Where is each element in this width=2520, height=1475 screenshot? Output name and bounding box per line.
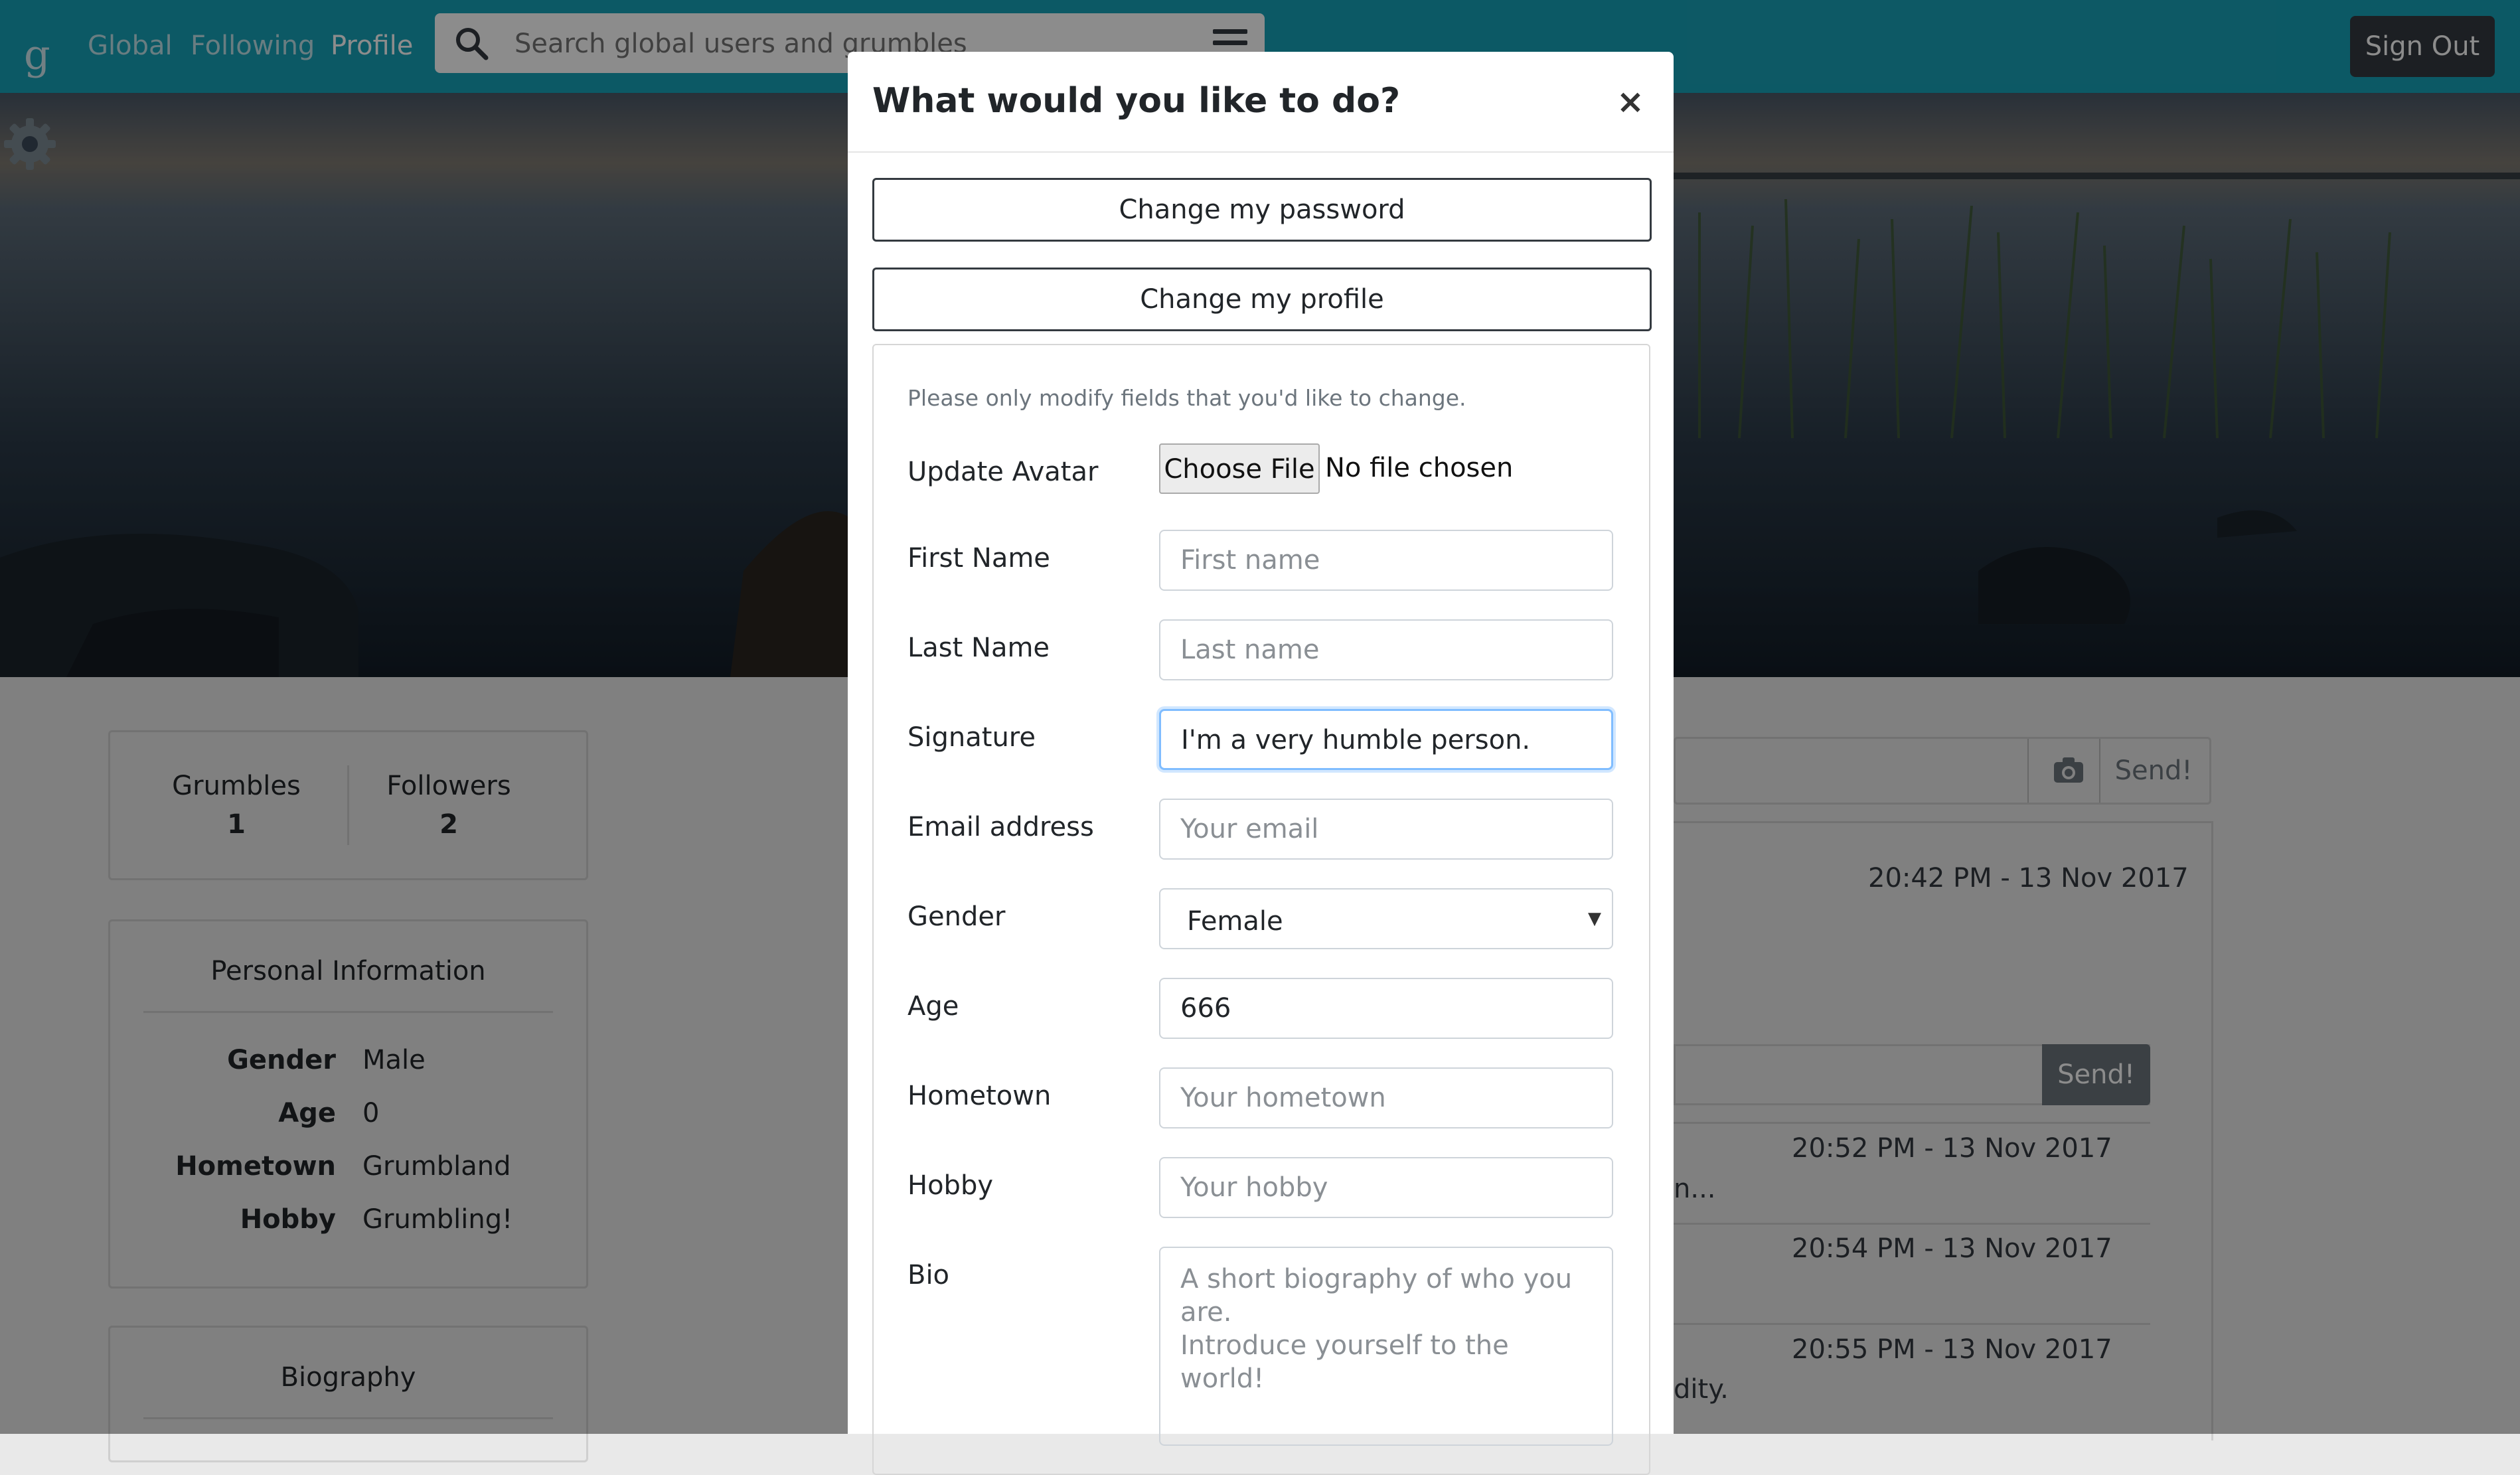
first-name-input[interactable]: First name [1159,530,1613,591]
profile-form: Please only modify fields that you'd lik… [872,344,1650,1475]
last-name-input[interactable]: Last name [1159,619,1613,680]
bio-textarea[interactable]: A short biography of who you are. Introd… [1159,1247,1613,1446]
age-label: Age [907,991,959,1022]
choose-file-button[interactable]: Choose File [1159,443,1320,494]
signature-label: Signature [907,722,1036,753]
file-status: No file chosen [1325,453,1514,483]
gender-label: Gender [907,901,1006,932]
change-password-button[interactable]: Change my password [872,178,1652,242]
avatar-label: Update Avatar [907,457,1099,487]
modal-header: What would you like to do? × [848,52,1674,153]
age-input[interactable]: 666 [1159,978,1613,1039]
modal-title: What would you like to do? [872,81,1401,121]
email-label: Email address [907,812,1094,842]
last-name-label: Last Name [907,633,1050,663]
hobby-label: Hobby [907,1170,994,1201]
change-profile-button[interactable]: Change my profile [872,268,1652,331]
close-icon[interactable]: × [1614,85,1647,118]
hobby-input[interactable]: Your hobby [1159,1157,1613,1218]
gender-value: Female [1187,906,1283,937]
settings-modal: What would you like to do? × Change my p… [848,52,1674,1475]
form-hint: Please only modify fields that you'd lik… [907,385,1466,411]
gender-select[interactable]: Female ▼ [1159,888,1613,949]
email-input[interactable]: Your email [1159,799,1613,860]
first-name-label: First Name [907,543,1050,574]
bio-label: Bio [907,1260,950,1290]
chevron-down-icon: ▼ [1588,909,1601,929]
hometown-label: Hometown [907,1081,1052,1111]
signature-input[interactable]: I'm a very humble person. [1159,709,1613,770]
hometown-input[interactable]: Your hometown [1159,1067,1613,1128]
